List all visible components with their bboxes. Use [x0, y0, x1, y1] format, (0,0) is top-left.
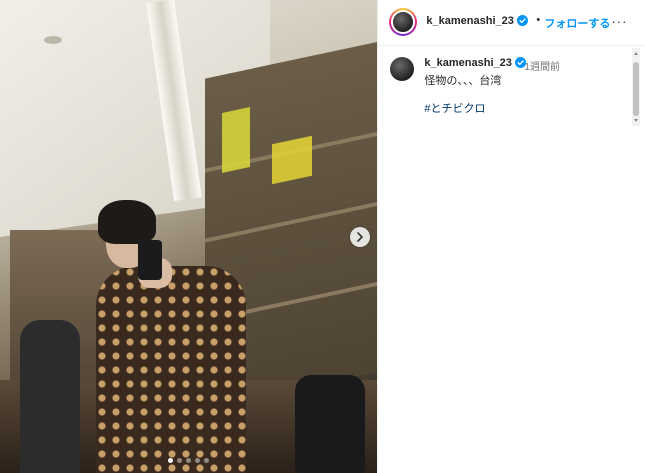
comments-scrollbar[interactable]: [632, 48, 641, 126]
photo-shelf-light: [222, 107, 250, 173]
carousel-indicator: [0, 458, 377, 463]
caption-comment: k_kamenashi_23 1週間前 怪物の、、、台湾 #とチビクロ: [378, 46, 630, 126]
more-options-icon[interactable]: ···: [611, 14, 627, 29]
caption-avatar[interactable]: [390, 57, 415, 81]
follow-button[interactable]: フォローする: [544, 15, 610, 31]
caption-username[interactable]: k_kamenashi_23: [424, 57, 526, 69]
photo-phone: [138, 240, 162, 280]
photo-person-coat: [96, 266, 246, 473]
header-username[interactable]: k_kamenashi_23: [426, 15, 528, 27]
scrollbar-thumb[interactable]: [633, 62, 640, 116]
carousel-dot: [204, 458, 210, 463]
avatar[interactable]: [391, 10, 416, 34]
post-side-panel: k_kamenashi_23 • フォローする ··· k_kamenashi_…: [377, 0, 645, 473]
post-header: k_kamenashi_23 • フォローする ···: [378, 0, 645, 46]
header-username-text[interactable]: k_kamenashi_23: [426, 15, 513, 27]
photo-shelf-light: [272, 135, 312, 185]
separator-dot: •: [536, 14, 541, 26]
story-ring[interactable]: [389, 8, 418, 36]
carousel-dot: [186, 458, 192, 463]
photo-person: [96, 200, 267, 473]
carousel-dot: [168, 458, 174, 463]
caption-username-text[interactable]: k_kamenashi_23: [424, 57, 511, 69]
caption-text: 怪物の、、、台湾: [424, 75, 502, 87]
photo-background-person: [20, 320, 80, 473]
carousel-dot: [195, 458, 201, 463]
carousel-dot: [177, 458, 183, 463]
scroll-down-arrow-icon[interactable]: [634, 119, 639, 122]
next-photo-button[interactable]: [350, 227, 370, 247]
photo-person-hair: [98, 200, 156, 244]
post-timestamp[interactable]: 1週間前: [524, 58, 560, 73]
post-photo[interactable]: [0, 0, 378, 473]
hashtag-link[interactable]: #とチビクロ: [424, 100, 485, 116]
photo-ceiling-lamp: [44, 36, 62, 44]
chevron-right-icon: [357, 232, 363, 242]
instagram-post: k_kamenashi_23 • フォローする ··· k_kamenashi_…: [0, 0, 645, 473]
verified-badge-icon: [516, 15, 528, 26]
scroll-up-arrow-icon[interactable]: [634, 52, 639, 55]
